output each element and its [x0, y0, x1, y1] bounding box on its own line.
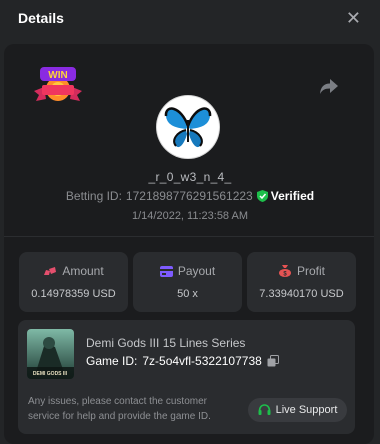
- game-thumbnail[interactable]: DEMI GODS III: [27, 329, 74, 379]
- modal-title: Details: [18, 10, 64, 26]
- share-icon[interactable]: [319, 77, 339, 95]
- game-name: Demi Gods III 15 Lines Series: [86, 336, 246, 350]
- coins-icon: [44, 267, 57, 275]
- headset-icon: [258, 404, 271, 415]
- betting-id-value: 1721898776291561223: [125, 189, 253, 203]
- betting-id-label: Betting ID:: [65, 189, 122, 203]
- game-id-label: Game ID:: [86, 354, 138, 368]
- butterfly-icon: [164, 107, 212, 148]
- verified-badge: Verified: [256, 189, 315, 203]
- live-support-button[interactable]: Live Support: [248, 398, 347, 422]
- support-text: Any issues, please contact the customer …: [28, 396, 211, 422]
- copy-icon[interactable]: [267, 355, 279, 367]
- shield-check-icon: [256, 190, 268, 202]
- stat-amount-label: Amount: [62, 264, 104, 278]
- stat-amount-value: 0.14978359 USD: [31, 288, 116, 300]
- money-bag-icon: $: [278, 265, 291, 277]
- win-badge-icon: WIN: [34, 67, 82, 101]
- betting-id-row: Betting ID: 1721898776291561223 Verified: [0, 189, 380, 203]
- divider: [4, 236, 374, 237]
- game-id-value: 7z-5o4vfl-5322107738: [142, 354, 262, 368]
- username: _r_0_w3_n_4_: [148, 170, 232, 184]
- live-support-label: Live Support: [275, 404, 338, 416]
- game-id-row: Game ID: 7z-5o4vfl-5322107738: [86, 354, 279, 368]
- stat-profit-value: 7.33940170 USD: [259, 288, 344, 300]
- stat-profit-label: Profit: [296, 264, 325, 278]
- win-badge-text: WIN: [48, 70, 67, 81]
- stat-amount: Amount 0.14978359 USD: [19, 252, 128, 312]
- game-thumbnail-text: DEMI GODS III: [33, 371, 68, 377]
- close-icon[interactable]: ✕: [346, 9, 361, 27]
- stat-profit: $ Profit 7.33940170 USD: [247, 252, 356, 312]
- stat-payout: Payout 50 x: [133, 252, 242, 312]
- verified-label: Verified: [270, 189, 315, 203]
- game-card: DEMI GODS III Demi Gods III 15 Lines Ser…: [18, 320, 355, 434]
- stat-payout-value: 50 x: [177, 288, 198, 300]
- wallet-icon: [159, 265, 173, 277]
- stat-payout-label: Payout: [177, 264, 216, 278]
- avatar: [157, 96, 219, 158]
- bet-date: 1/14/2022, 11:23:58 AM: [132, 210, 248, 222]
- modal-header: Details ✕: [0, 0, 380, 36]
